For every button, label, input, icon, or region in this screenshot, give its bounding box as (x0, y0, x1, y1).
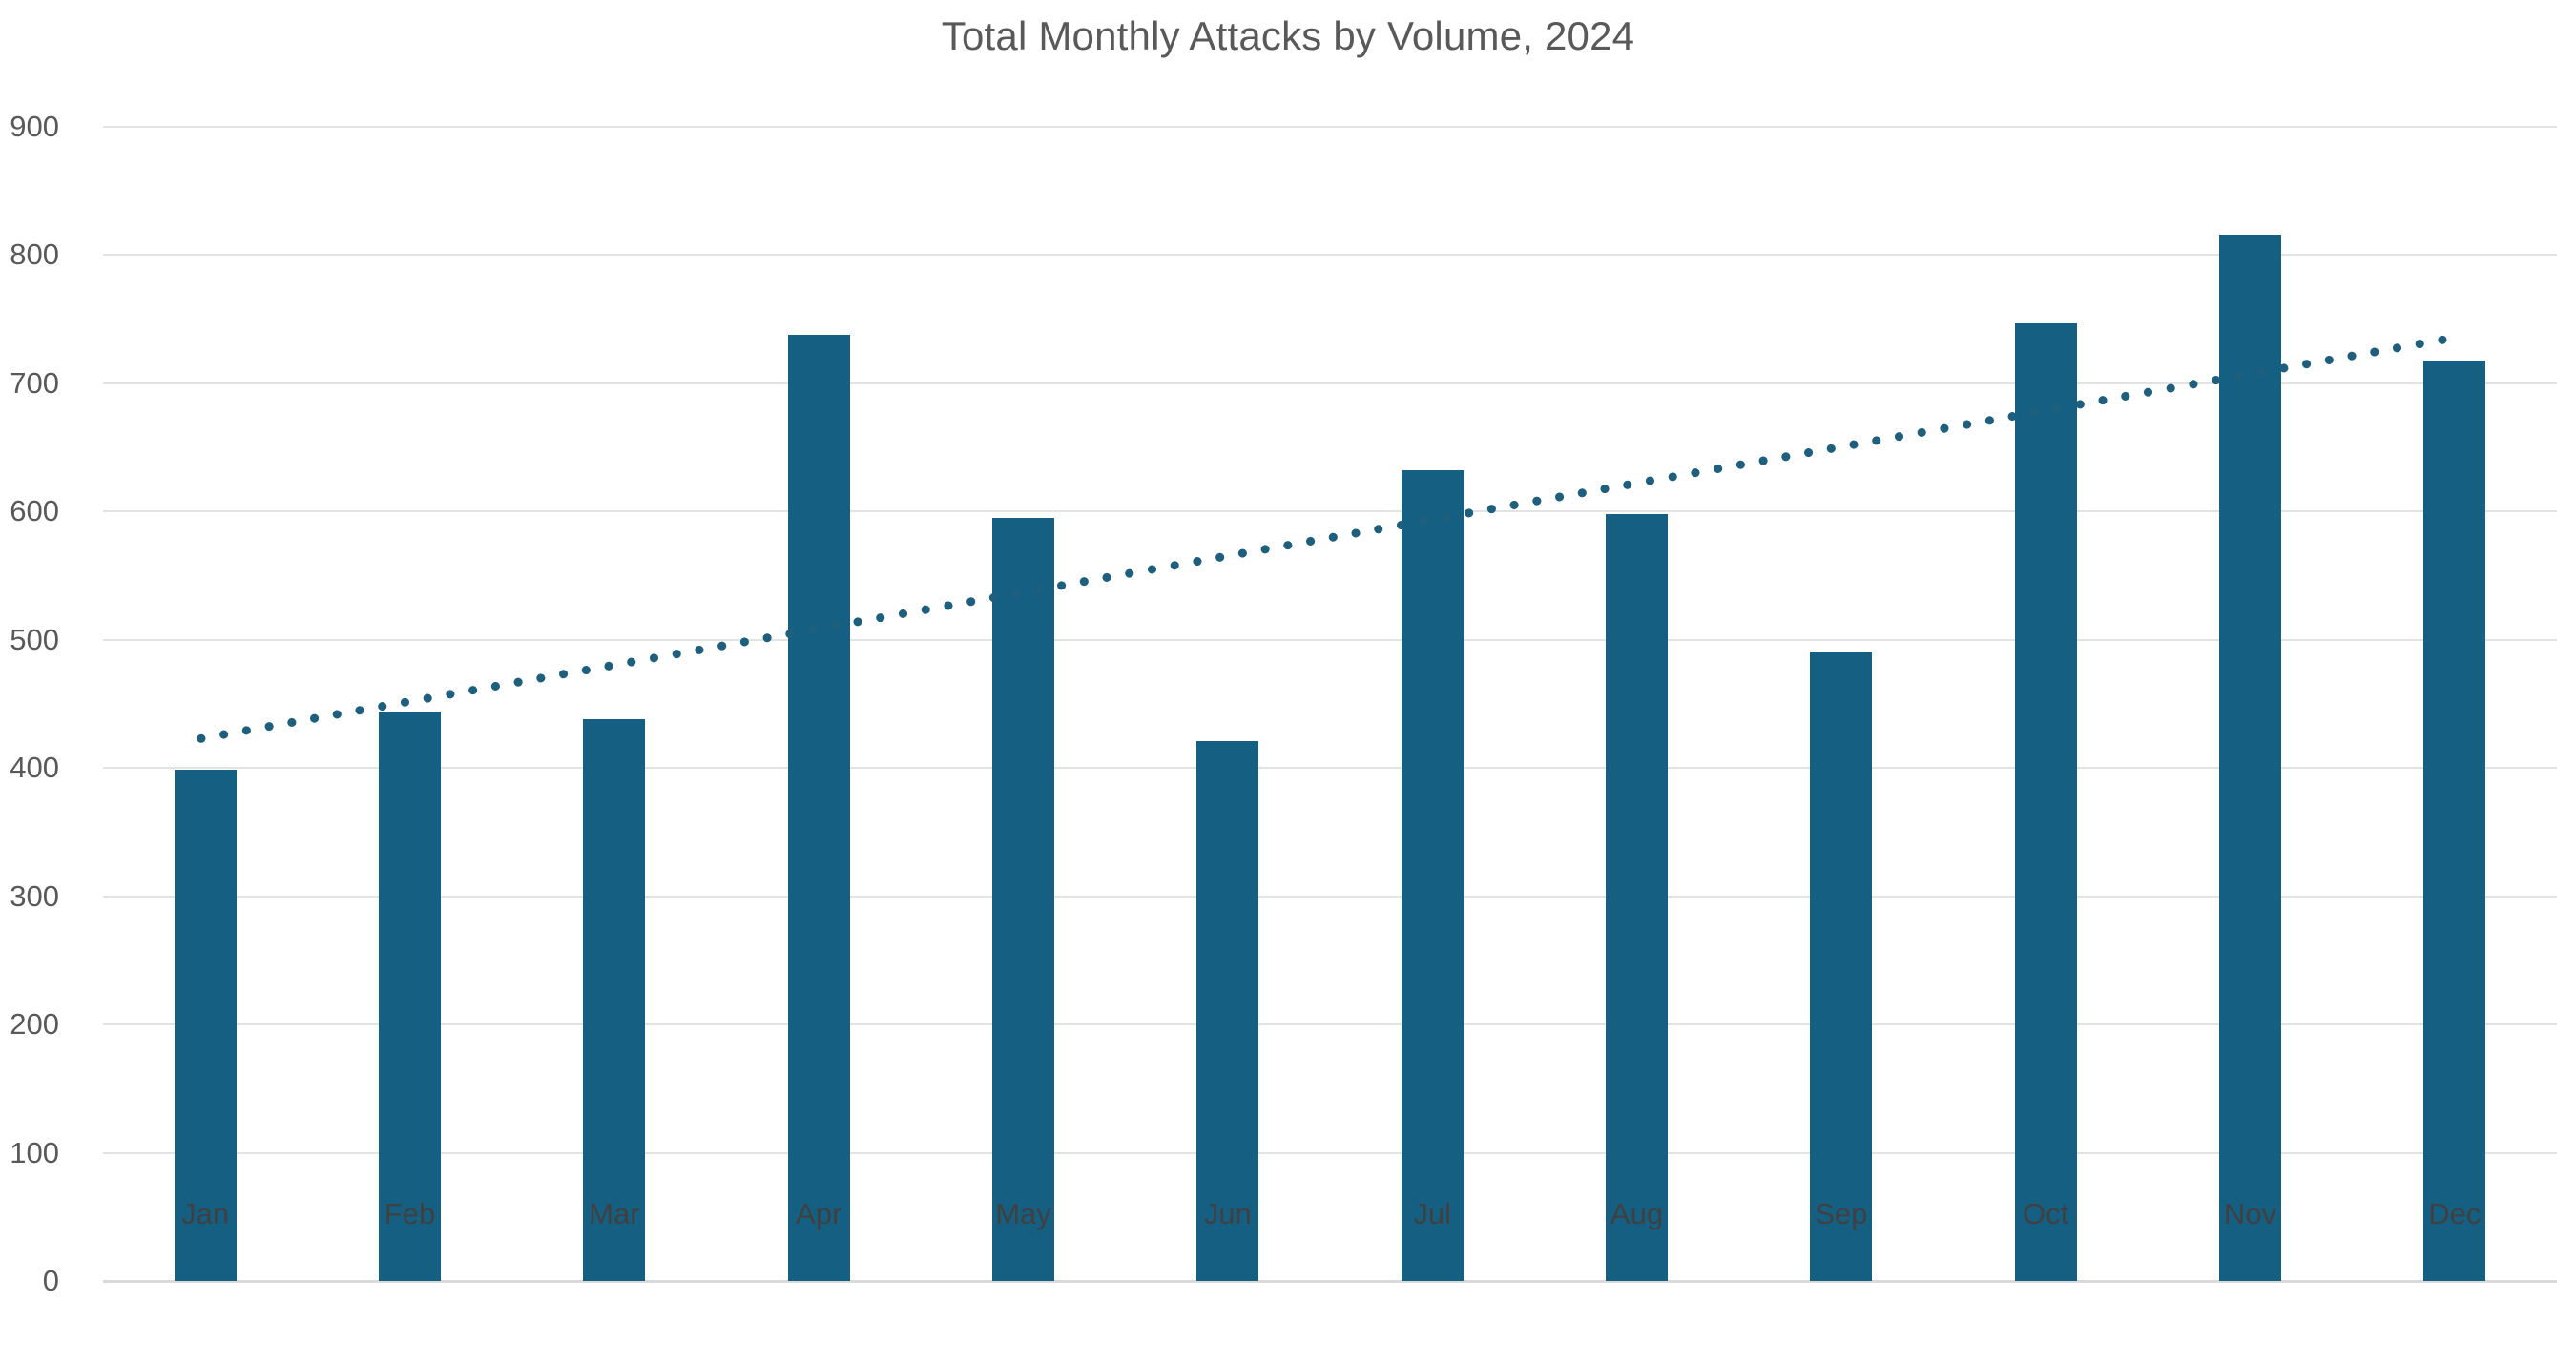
bar (1401, 470, 1464, 1281)
y-axis-tick-label: 0 (42, 1264, 59, 1297)
gridline (103, 1023, 2557, 1026)
bar (1606, 514, 1668, 1281)
y-axis-tick-label: 800 (10, 237, 59, 272)
bar (992, 518, 1054, 1281)
x-axis-tick-label: Nov (2223, 1197, 2277, 1230)
gridline (103, 126, 2557, 128)
y-axis-tick-label: 700 (10, 365, 59, 400)
y-axis-tick-label: 200 (10, 1007, 59, 1042)
gridline (103, 767, 2557, 770)
gridline (103, 254, 2557, 257)
bar (787, 334, 850, 1281)
bar-chart: Total Monthly Attacks by Volume, 2024 0 1… (0, 0, 2576, 1363)
gridline (103, 382, 2557, 384)
bar (2014, 322, 2077, 1281)
x-axis-tick-label: Jun (1203, 1197, 1252, 1230)
bar (379, 712, 441, 1281)
x-axis-tick-label: Feb (384, 1197, 436, 1230)
x-axis-tick-label: May (995, 1197, 1051, 1230)
x-axis-tick-label: Aug (1610, 1197, 1664, 1230)
y-axis-tick-label: 900 (10, 110, 59, 143)
x-axis-tick-label: Oct (2023, 1197, 2069, 1230)
y-axis-tick-label: 400 (10, 751, 59, 785)
x-axis-tick-label: Dec (2428, 1197, 2482, 1230)
gridline (103, 510, 2557, 513)
axis-baseline (103, 1280, 2557, 1283)
trendline-path (197, 331, 2470, 743)
x-axis-tick-label: Jul (1413, 1197, 1451, 1230)
y-axis-tick-label: 100 (10, 1135, 59, 1169)
plot-area (103, 126, 2557, 1283)
bar (2423, 360, 2486, 1281)
y-axis-tick-label: 500 (10, 622, 59, 656)
x-axis-tick-label: Mar (589, 1197, 640, 1230)
linear-trendline (197, 331, 2470, 743)
x-axis-tick-label: Jan (181, 1197, 230, 1230)
x-axis-tick-label: Sep (1815, 1197, 1868, 1230)
bar (1810, 652, 1873, 1281)
bar (2219, 234, 2281, 1281)
gridline (103, 1151, 2557, 1154)
y-axis-tick-label: 300 (10, 878, 59, 913)
gridline (103, 895, 2557, 898)
y-axis-tick-label: 600 (10, 494, 59, 528)
gridline (103, 638, 2557, 641)
x-axis-tick-label: Apr (796, 1197, 842, 1230)
chart-title: Total Monthly Attacks by Volume, 2024 (941, 13, 1635, 58)
